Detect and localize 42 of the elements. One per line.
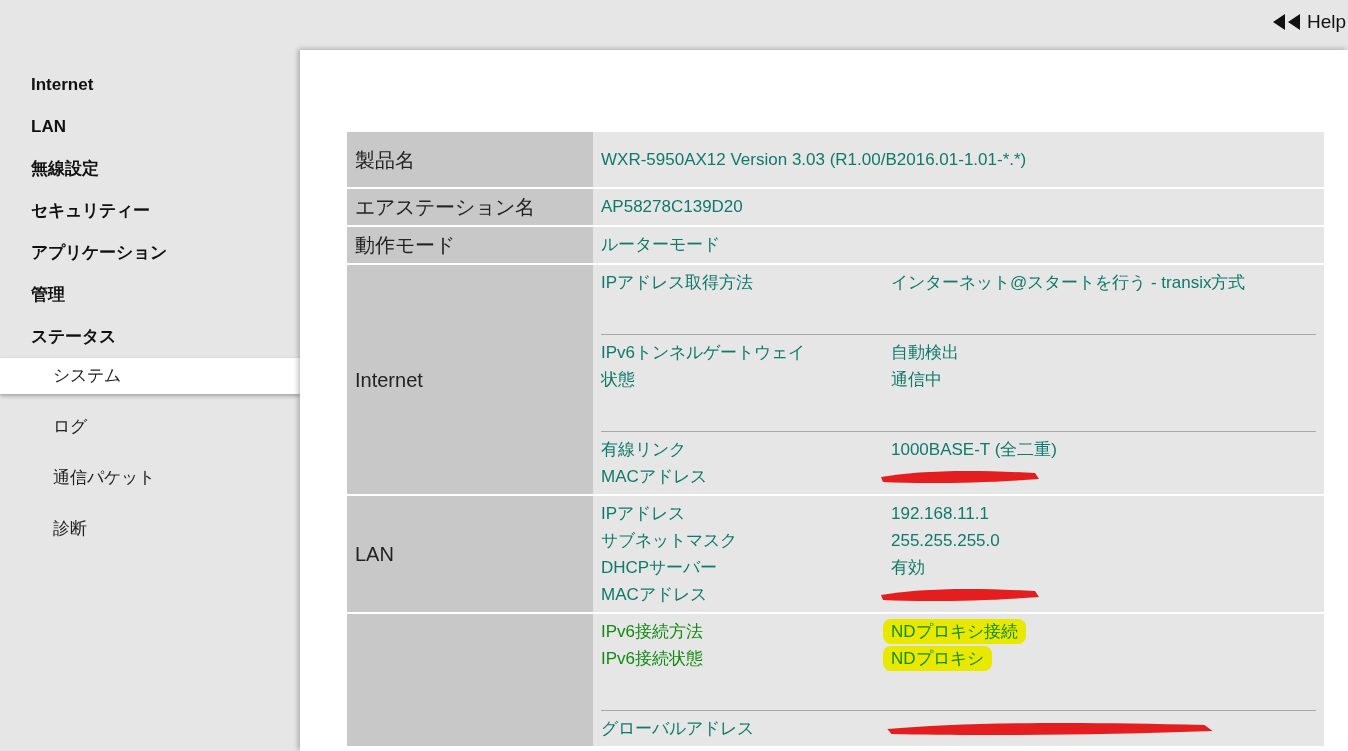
sidebar-item[interactable]: セキュリティー: [0, 190, 300, 232]
field-label: DHCPサーバー: [601, 556, 719, 579]
field-label: IPv6トンネルゲートウェイ: [601, 341, 807, 364]
sidebar-item[interactable]: LAN: [0, 106, 300, 148]
field-value: 自動検出: [891, 341, 959, 364]
field-label: 有線リンク: [601, 438, 687, 461]
row-value: ルーターモード: [601, 234, 720, 257]
row-label: エアステーション名: [355, 195, 535, 220]
row-label: 動作モード: [355, 233, 455, 258]
sidebar-item[interactable]: 無線設定: [0, 148, 300, 190]
row-label: LAN: [355, 542, 394, 567]
help-link[interactable]: Help: [1272, 8, 1346, 37]
sidebar-subitem[interactable]: システム: [0, 358, 300, 394]
sidebar-subitem[interactable]: 診断: [0, 511, 300, 547]
field-value: NDプロキシ接続: [883, 618, 1026, 645]
sidebar-subitem[interactable]: ログ: [0, 409, 300, 445]
field-value: 1000BASE-T (全二重): [891, 438, 1057, 461]
sidebar-item[interactable]: ステータス: [0, 316, 300, 358]
field-label: IPアドレス: [601, 502, 687, 525]
field-value: NDプロキシ: [883, 645, 992, 672]
sidebar-item[interactable]: Internet: [0, 64, 300, 106]
field-label: IPv6接続方法: [601, 620, 705, 643]
sidebar-item[interactable]: 管理: [0, 274, 300, 316]
field-label: MACアドレス: [601, 583, 708, 606]
field-value: 通信中: [891, 368, 942, 391]
field-value: 255.255.255.0: [891, 529, 1000, 552]
sidebar-subitem[interactable]: 通信パケット: [0, 460, 300, 496]
field-label: IPアドレス取得方法: [601, 271, 755, 294]
row-value: WXR-5950AX12 Version 3.03 (R1.00/B2016.01-1.01-*.*): [601, 148, 1027, 171]
field-label: グローバルアドレス: [601, 717, 755, 740]
field-label: 状態: [601, 368, 636, 391]
field-label: サブネットマスク: [601, 529, 738, 552]
field-label: IPv6接続状態: [601, 647, 705, 670]
field-value: インターネット@スタートを行う - transix方式: [891, 271, 1246, 294]
row-value: AP58278C139D20: [601, 196, 743, 219]
sidebar-item[interactable]: アプリケーション: [0, 232, 300, 274]
field-label: MACアドレス: [601, 465, 708, 488]
row-label: 製品名: [355, 147, 415, 173]
field-value: 有効: [891, 556, 925, 579]
field-value: 192.168.11.1: [891, 502, 989, 525]
row-label: Internet: [355, 367, 423, 393]
back-icon: [1272, 14, 1303, 31]
